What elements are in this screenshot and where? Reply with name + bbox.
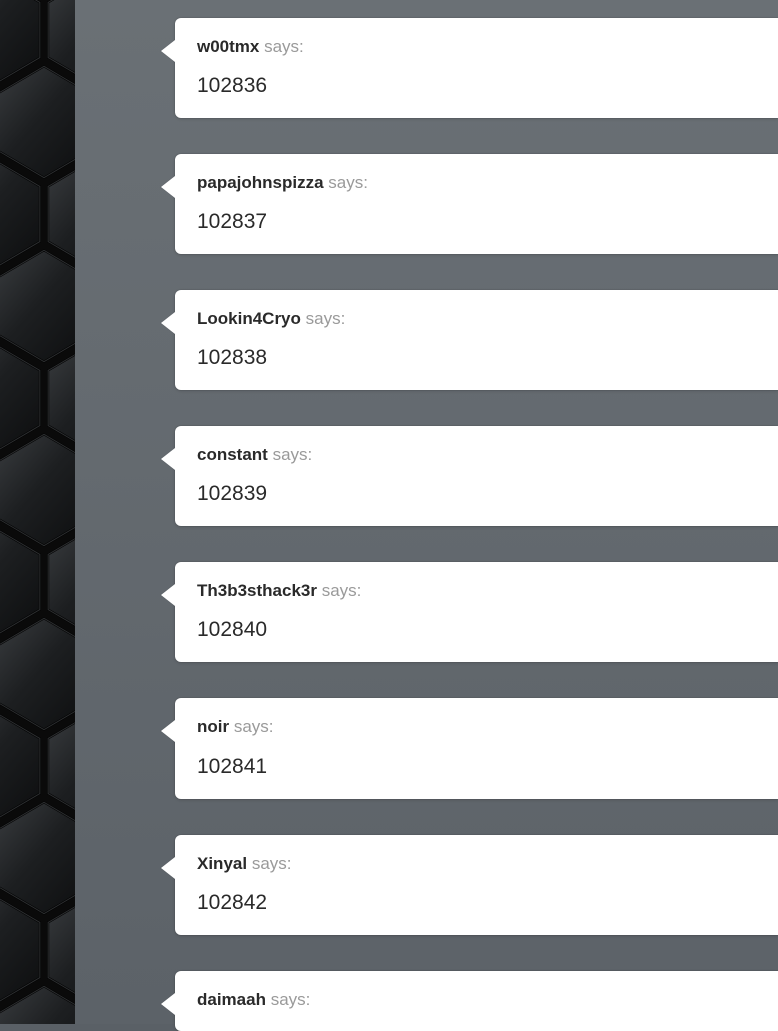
comment-says-label: says: <box>324 173 368 192</box>
comment-says-label: says: <box>259 37 303 56</box>
comment-body: 102837 <box>197 210 756 234</box>
comment-item: Xinyal says: 102842 <box>175 835 778 935</box>
comment-says-label: says: <box>266 990 310 1009</box>
comments-list: w00tmx says: 102836 papajohnspizza says:… <box>75 0 778 1031</box>
comment-header: Th3b3sthack3r says: <box>197 580 756 602</box>
comment-author-link[interactable]: w00tmx <box>197 37 259 56</box>
comment-header: w00tmx says: <box>197 36 756 58</box>
comment-body: 102841 <box>197 755 756 779</box>
comment-header: noir says: <box>197 716 756 738</box>
comment-says-label: says: <box>229 717 273 736</box>
comment-header: papajohnspizza says: <box>197 172 756 194</box>
comment-author-link[interactable]: constant <box>197 445 268 464</box>
comment-item: noir says: 102841 <box>175 698 778 798</box>
comment-item: constant says: 102839 <box>175 426 778 526</box>
hex-sidebar-background <box>0 0 75 1024</box>
content-area: w00tmx says: 102836 papajohnspizza says:… <box>75 0 778 1024</box>
comment-header: Lookin4Cryo says: <box>197 308 756 330</box>
comment-says-label: says: <box>247 854 291 873</box>
comment-item: w00tmx says: 102836 <box>175 18 778 118</box>
comment-says-label: says: <box>317 581 361 600</box>
comment-body: 102838 <box>197 346 756 370</box>
comment-author-link[interactable]: daimaah <box>197 990 266 1009</box>
comment-body: 102840 <box>197 618 756 642</box>
comment-header: constant says: <box>197 444 756 466</box>
comment-item: Lookin4Cryo says: 102838 <box>175 290 778 390</box>
comment-author-link[interactable]: Lookin4Cryo <box>197 309 301 328</box>
comment-says-label: says: <box>268 445 312 464</box>
comment-author-link[interactable]: papajohnspizza <box>197 173 324 192</box>
comment-body: 102839 <box>197 482 756 506</box>
comment-header: daimaah says: <box>197 989 756 1011</box>
comment-says-label: says: <box>301 309 345 328</box>
comment-author-link[interactable]: Th3b3sthack3r <box>197 581 317 600</box>
comment-body: 102836 <box>197 74 756 98</box>
comment-item: Th3b3sthack3r says: 102840 <box>175 562 778 662</box>
comment-header: Xinyal says: <box>197 853 756 875</box>
comment-author-link[interactable]: noir <box>197 717 229 736</box>
comment-author-link[interactable]: Xinyal <box>197 854 247 873</box>
comment-item: papajohnspizza says: 102837 <box>175 154 778 254</box>
comment-body: 102842 <box>197 891 756 915</box>
comment-item: daimaah says: <box>175 971 778 1031</box>
